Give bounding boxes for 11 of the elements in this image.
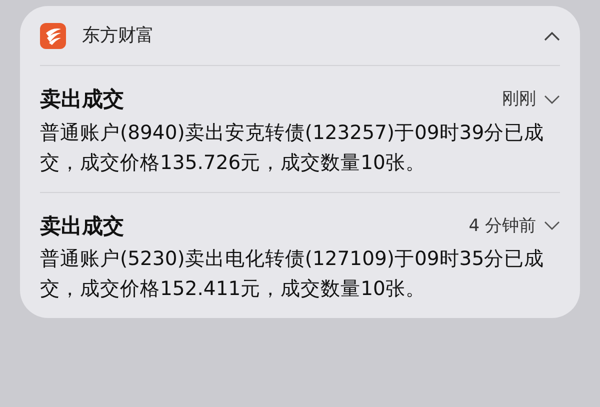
app-name: 东方财富: [82, 24, 155, 48]
notification-message: 普通账户(8940)卖出安克转债(123257)于09时39分已成交，成交价格135.726元，成交数量10张。: [40, 120, 546, 176]
notification-message: 普通账户(5230)卖出电化转债(127109)于09时35分已成交，成交价格152.411元，成交数量10张。: [40, 246, 546, 302]
notification-time: 刚刚: [502, 88, 536, 111]
notification-title: 卖出成交: [40, 86, 125, 113]
expand-icon[interactable]: [544, 94, 560, 105]
notification-time: 4 分钟前: [468, 214, 536, 238]
expand-icon[interactable]: [544, 221, 560, 232]
notification-title: 卖出成交: [40, 212, 125, 240]
app-icon: [40, 22, 66, 48]
collapse-icon[interactable]: [544, 30, 560, 40]
